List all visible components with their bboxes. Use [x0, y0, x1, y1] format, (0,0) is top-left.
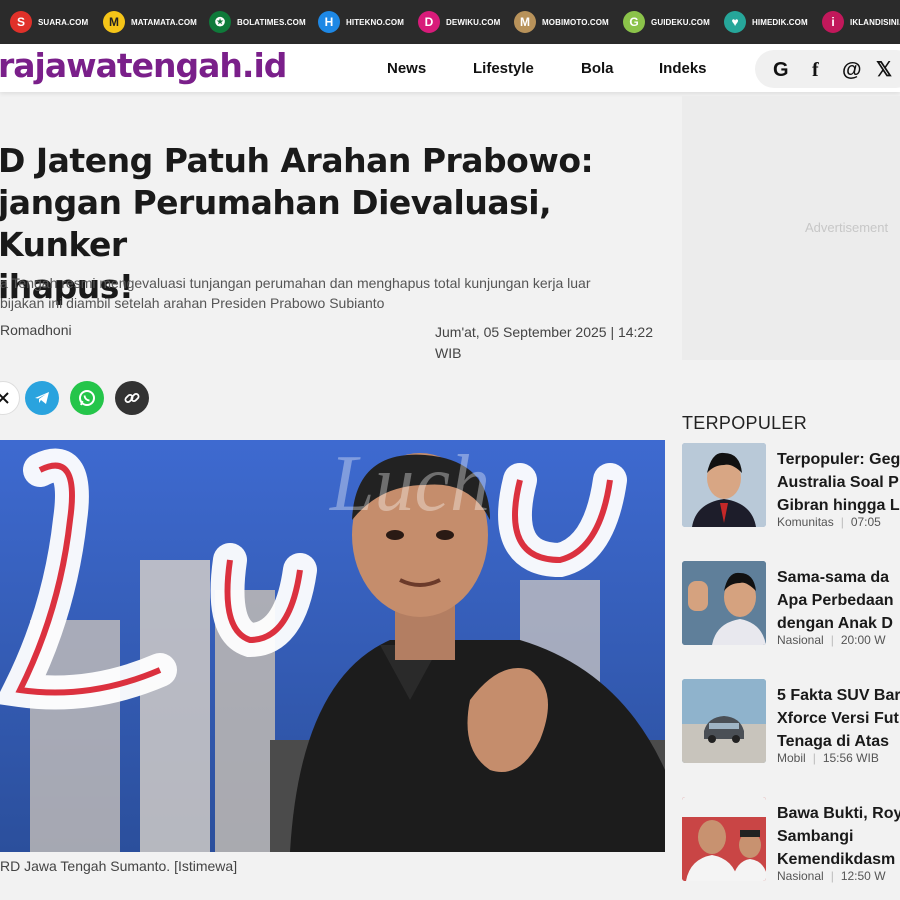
network-link-suara[interactable]: S SUARA.COM: [10, 10, 88, 34]
article-date: Jum'at, 05 September 2025 | 14:22 WIB: [435, 322, 670, 364]
popular-thumbnail-image: [682, 679, 766, 763]
photo-backdrop-sign: Luch: [329, 440, 490, 528]
popular-thumbnail-image: [682, 797, 766, 881]
popular-thumbnail-image: [682, 561, 766, 645]
advertisement-label: Advertisement: [805, 220, 889, 235]
popular-item[interactable]: Sama-sama da Apa Perbedaan dengan Anak D…: [682, 561, 900, 651]
nav-news[interactable]: News: [387, 60, 426, 77]
iklandisini-logo-icon: i: [822, 11, 844, 33]
popular-category[interactable]: Nasional: [777, 633, 824, 647]
facebook-icon[interactable]: f: [812, 60, 819, 80]
google-icon[interactable]: G: [773, 60, 789, 80]
article-photo: Luch: [0, 440, 665, 852]
popular-category[interactable]: Mobil: [777, 751, 806, 765]
popular-time: 12:50 W: [840, 869, 886, 883]
network-link-matamata[interactable]: M MATAMATA.COM: [103, 10, 197, 34]
x-share-icon: [0, 392, 9, 404]
popular-time: 15:56 WIB: [822, 751, 879, 765]
article-author[interactable]: Romadhoni: [0, 322, 72, 338]
network-link-mobimoto[interactable]: M MOBIMOTO.COM: [514, 10, 609, 34]
social-links: G f @ 𝕏: [755, 50, 900, 88]
popular-thumbnail: [682, 443, 766, 527]
threads-icon[interactable]: @: [842, 60, 862, 80]
popular-title[interactable]: Bawa Bukti, Roy Sambangi Kemendikdasm: [777, 802, 900, 871]
mobimoto-logo-icon: M: [514, 11, 536, 33]
popular-thumbnail: [682, 679, 766, 763]
article-date-line: WIB: [435, 345, 462, 361]
x-share-button[interactable]: [0, 381, 20, 415]
popular-meta: Mobil | 15:56 WIB: [777, 751, 879, 765]
popular-meta: Nasional | 20:00 W: [777, 633, 886, 647]
site-logo[interactable]: rajawatengah.id: [0, 46, 287, 85]
network-link-label: SUARA.COM: [38, 17, 89, 27]
network-link-label: HIMEDIK.COM: [752, 17, 808, 27]
popular-heading: TERPOPULER: [682, 413, 808, 433]
popular-time: 20:00 W: [840, 633, 886, 647]
popular-title[interactable]: Sama-sama da Apa Perbedaan dengan Anak D: [777, 566, 900, 635]
telegram-share-button[interactable]: [25, 381, 59, 415]
x-icon[interactable]: 𝕏: [876, 60, 892, 80]
popular-title[interactable]: 5 Fakta SUV Bar Xforce Versi Fut Tenaga …: [777, 684, 900, 753]
network-link-himedik[interactable]: ♥ HIMEDIK.COM: [724, 10, 808, 34]
copy-link-button[interactable]: [115, 381, 149, 415]
article-photo-illustration: Luch: [0, 440, 665, 852]
suara-logo-icon: S: [10, 11, 32, 33]
hitekno-logo-icon: H: [318, 11, 340, 33]
site-header: rajawatengah.id News Lifestyle Bola Inde…: [0, 44, 900, 92]
network-link-label: MATAMATA.COM: [131, 17, 197, 27]
dewiku-logo-icon: D: [418, 11, 440, 33]
article-date-line: Jum'at, 05 September 2025 | 14:22: [435, 324, 654, 340]
network-link-label: DEWIKU.COM: [446, 17, 501, 27]
nav-bola[interactable]: Bola: [581, 60, 614, 77]
popular-item[interactable]: 5 Fakta SUV Bar Xforce Versi Fut Tenaga …: [682, 679, 900, 769]
whatsapp-share-button[interactable]: [70, 381, 104, 415]
popular-thumbnail-image: [682, 443, 766, 527]
popular-thumbnail: [682, 561, 766, 645]
network-link-label: GUIDEKU.COM: [651, 17, 710, 27]
article-title-line: jangan Perumahan Dievaluasi, Kunker: [0, 183, 552, 264]
bolatimes-logo-icon: ✪: [209, 11, 231, 33]
article-lead-line: bijakan ini diambil setelah arahan Presi…: [0, 295, 385, 311]
network-link-label: BOLATIMES.COM: [237, 17, 306, 27]
popular-thumbnail: [682, 797, 766, 881]
article-lead: a Tengah resmi mengevaluasi tunjangan pe…: [0, 273, 660, 313]
network-bar: S SUARA.COM M MATAMATA.COM ✪ BOLATIMES.C…: [0, 0, 900, 44]
network-link-label: HITEKNO.COM: [346, 17, 404, 27]
popular-title[interactable]: Terpopuler: Geg Australia Soal P Gibran …: [777, 448, 900, 517]
network-link-guideku[interactable]: G GUIDEKU.COM: [623, 10, 710, 34]
popular-category[interactable]: Komunitas: [777, 515, 834, 529]
network-link-iklandisini[interactable]: i IKLANDISINI.CO: [822, 10, 900, 34]
photo-caption: RD Jawa Tengah Sumanto. [Istimewa]: [0, 858, 238, 874]
popular-time: 07:05: [850, 515, 881, 529]
guideku-logo-icon: G: [623, 11, 645, 33]
popular-meta: Nasional | 12:50 W: [777, 869, 886, 883]
article-lead-line: a Tengah resmi mengevaluasi tunjangan pe…: [0, 275, 591, 291]
popular-item[interactable]: Terpopuler: Geg Australia Soal P Gibran …: [682, 443, 900, 533]
network-link-dewiku[interactable]: D DEWIKU.COM: [418, 10, 500, 34]
nav-lifestyle[interactable]: Lifestyle: [473, 60, 534, 77]
matamata-logo-icon: M: [103, 11, 125, 33]
network-link-hitekno[interactable]: H HITEKNO.COM: [318, 10, 404, 34]
article-title-line: D Jateng Patuh Arahan Prabowo:: [0, 141, 594, 180]
whatsapp-share-icon: [79, 390, 95, 406]
network-link-bolatimes[interactable]: ✪ BOLATIMES.COM: [209, 10, 306, 34]
network-link-label: IKLANDISINI.CO: [850, 17, 900, 27]
nav-indeks[interactable]: Indeks: [659, 60, 707, 77]
telegram-share-icon: [35, 392, 49, 404]
copy-link-icon: [124, 393, 140, 403]
himedik-logo-icon: ♥: [724, 11, 746, 33]
network-link-label: MOBIMOTO.COM: [542, 17, 609, 27]
popular-category[interactable]: Nasional: [777, 869, 824, 883]
popular-meta: Komunitas | 07:05: [777, 515, 881, 529]
popular-item[interactable]: Bawa Bukti, Roy Sambangi Kemendikdasm Na…: [682, 797, 900, 887]
